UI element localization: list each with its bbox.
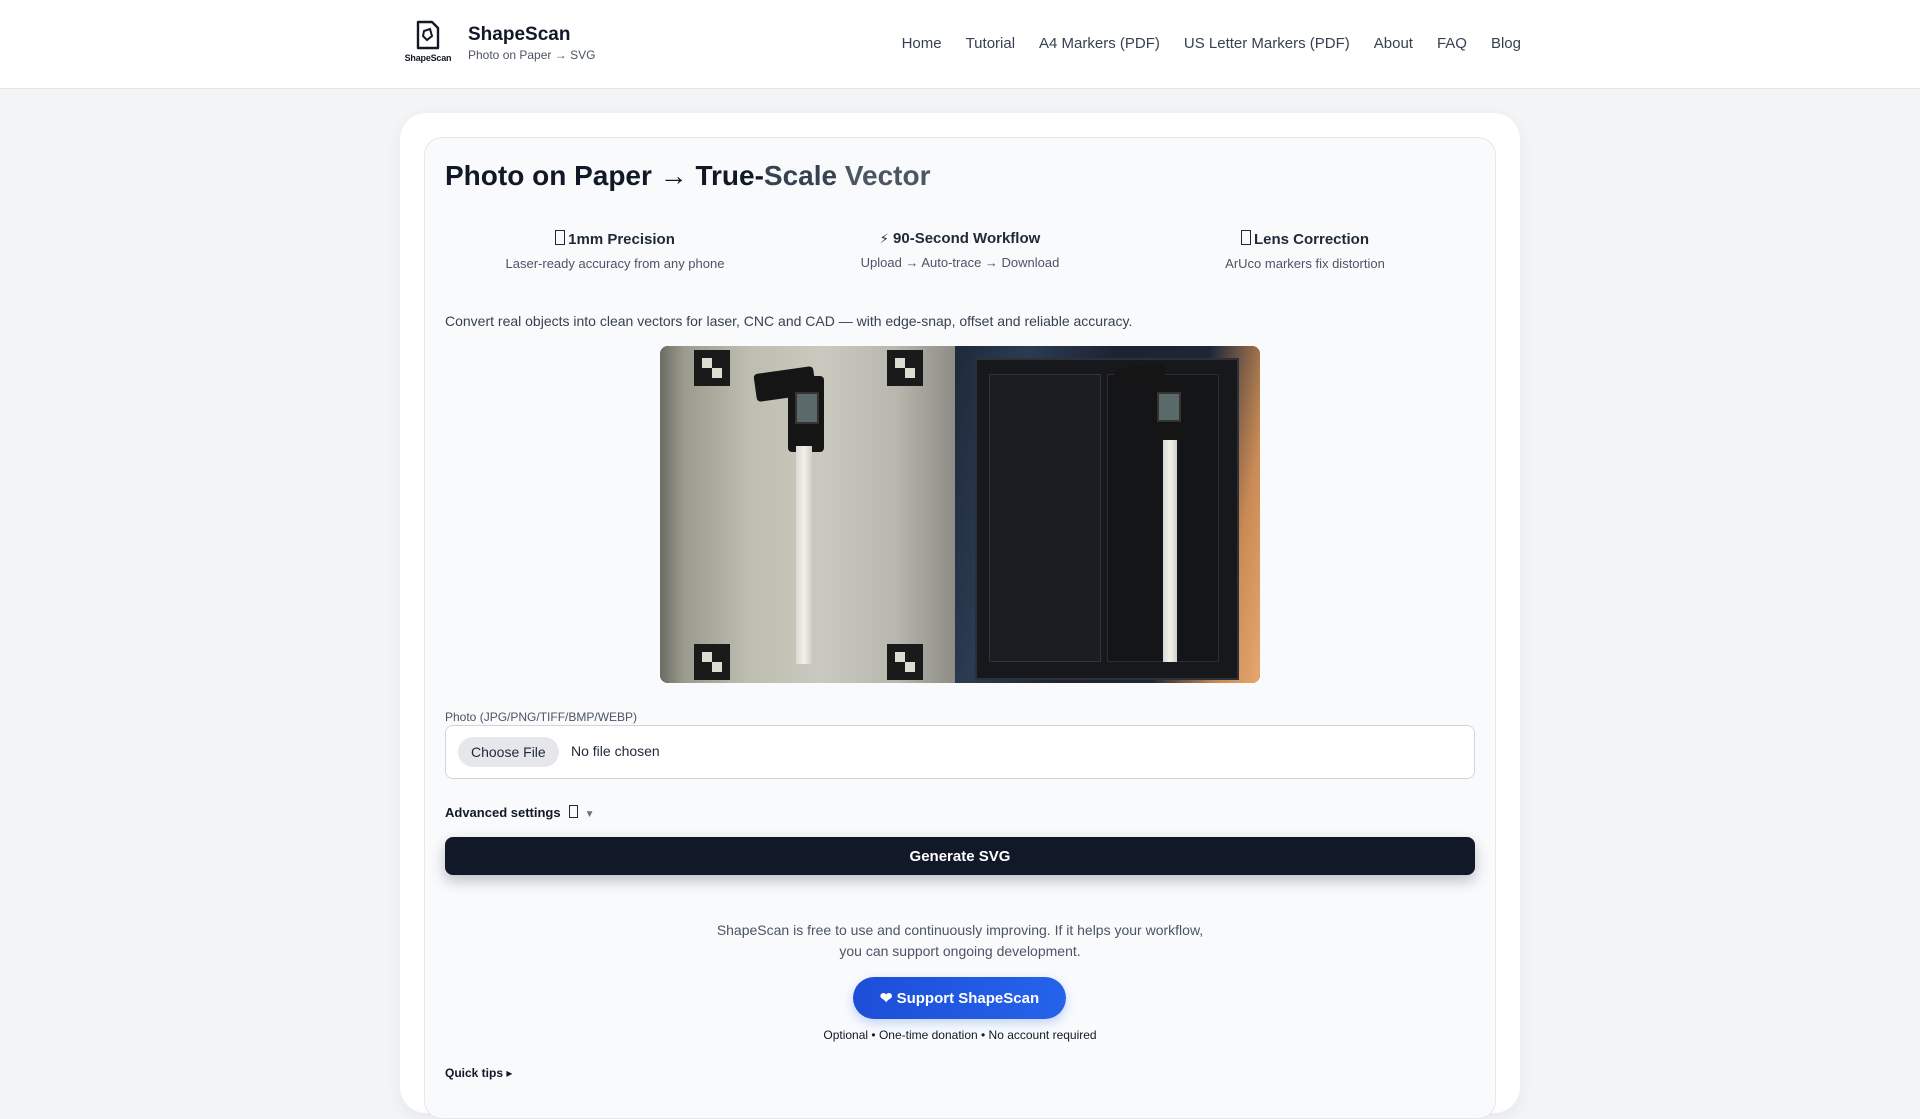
feature-desc: Laser-ready accuracy from any phone: [505, 256, 725, 271]
brand-tagline: Photo on Paper → SVG: [468, 47, 596, 62]
choose-file-button[interactable]: Choose File: [458, 737, 559, 767]
lightning-icon: ⚡: [879, 231, 889, 246]
advanced-settings-toggle[interactable]: Advanced settings ▼: [445, 805, 595, 820]
content-panel: Photo on Paper → True-Scale Vector 1mm P…: [424, 137, 1496, 1119]
nav-about[interactable]: About: [1374, 35, 1413, 52]
aruco-marker: [887, 644, 923, 680]
title-part-2: Scale: [763, 160, 838, 191]
nav-home[interactable]: Home: [902, 35, 942, 52]
support-note: Optional • One-time donation • No accoun…: [823, 1028, 1097, 1042]
caliper-rule: [796, 446, 812, 664]
photo-upload-label: Photo (JPG/PNG/TIFF/BMP/WEBP): [445, 710, 638, 724]
box-icon: [1240, 230, 1251, 245]
feature-title: 1mm Precision: [568, 231, 675, 248]
feature-desc: ArUco markers fix distortion: [1225, 256, 1385, 271]
logo: ShapeScan: [403, 20, 453, 66]
nav-blog[interactable]: Blog: [1491, 35, 1521, 52]
aruco-marker: [887, 350, 923, 386]
caliper-display: [795, 392, 819, 424]
brand-text: ShapeScan Photo on Paper → SVG: [468, 24, 595, 63]
feature-list: 1mm Precision Laser-ready accuracy from …: [445, 230, 1475, 280]
brand[interactable]: ShapeScan ShapeScan Photo on Paper → SVG: [403, 20, 595, 66]
example-photos: [660, 346, 1260, 683]
settings-icon: [568, 805, 578, 818]
brand-name: ShapeScan: [468, 23, 571, 45]
feature-desc: Upload → Auto-trace → Download: [860, 255, 1060, 270]
caliper-case: [975, 358, 1239, 680]
caliper-display: [1157, 392, 1181, 422]
caliper-in-case-photo: [955, 346, 1260, 683]
nav-us-letter-markers[interactable]: US Letter Markers (PDF): [1184, 35, 1350, 52]
feature-title: 90-Second Workflow: [893, 230, 1041, 247]
photo-file-input[interactable]: Choose File No file chosen: [445, 725, 1475, 779]
caliper-rule: [1163, 440, 1177, 662]
aruco-marker: [694, 644, 730, 680]
feature-workflow: ⚡ 90-Second Workflow Upload → Auto-trace…: [790, 230, 1130, 270]
page-title: Photo on Paper → True-Scale Vector: [445, 160, 930, 192]
file-status: No file chosen: [571, 743, 660, 759]
feature-precision: 1mm Precision Laser-ready accuracy from …: [445, 230, 785, 271]
support-message: ShapeScan is free to use and continuousl…: [716, 922, 1204, 959]
logo-wordmark: ShapeScan: [404, 53, 452, 63]
caliper-on-paper-photo: [660, 346, 955, 683]
support-button[interactable]: ❤ Support ShapeScan: [853, 977, 1066, 1019]
quick-tips-toggle[interactable]: Quick tips ▸: [445, 1066, 512, 1080]
advanced-settings-label: Advanced settings: [445, 805, 561, 820]
intro-description: Convert real objects into clean vectors …: [445, 313, 1133, 329]
title-part-3: Vector: [837, 160, 931, 191]
title-part-1: Photo on Paper → True-: [445, 160, 764, 191]
nav-faq[interactable]: FAQ: [1437, 35, 1467, 52]
aruco-marker: [694, 350, 730, 386]
chevron-down-icon: ▼: [584, 809, 595, 820]
document-shape-icon: [416, 20, 440, 50]
nav-tutorial[interactable]: Tutorial: [966, 35, 1015, 52]
feature-lens-correction: Lens Correction ArUco markers fix distor…: [1135, 230, 1475, 271]
box-icon: [555, 230, 566, 245]
main-card: Photo on Paper → True-Scale Vector 1mm P…: [400, 113, 1520, 1119]
nav-a4-markers[interactable]: A4 Markers (PDF): [1039, 35, 1160, 52]
main-nav: Home Tutorial A4 Markers (PDF) US Letter…: [902, 35, 1521, 52]
site-header: ShapeScan ShapeScan Photo on Paper → SVG…: [0, 0, 1920, 89]
feature-title: Lens Correction: [1253, 231, 1370, 248]
generate-svg-button[interactable]: Generate SVG: [445, 837, 1475, 875]
